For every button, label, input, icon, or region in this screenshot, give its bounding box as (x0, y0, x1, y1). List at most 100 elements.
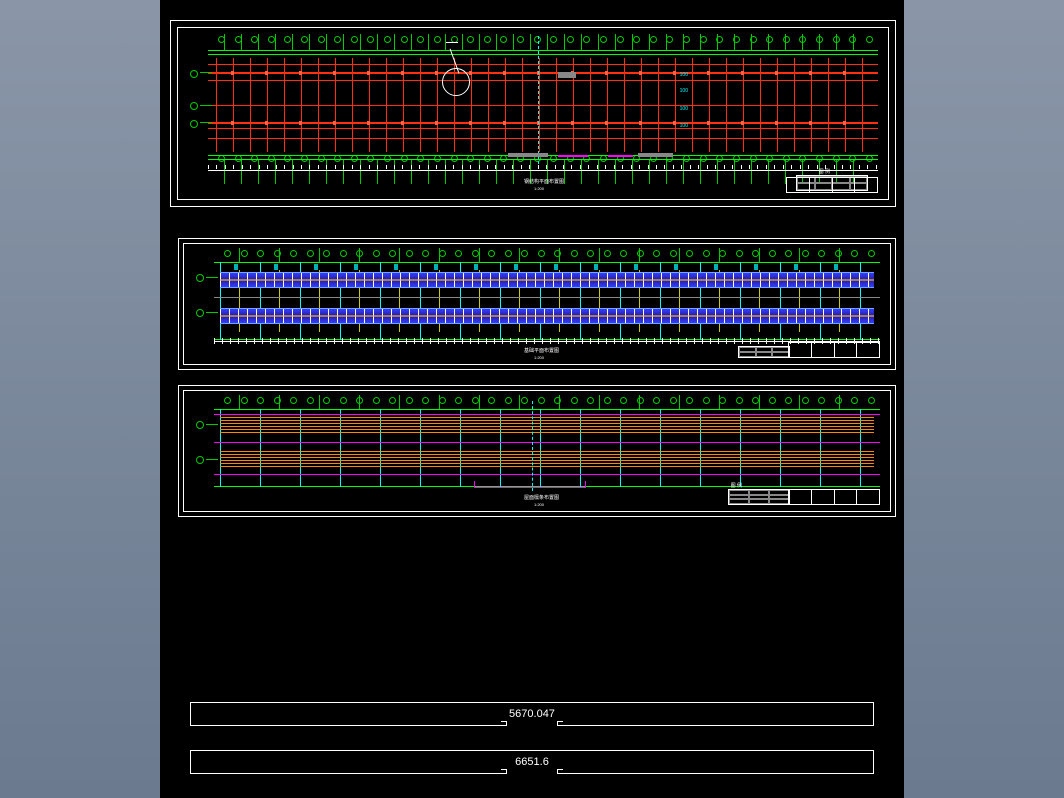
title-block (788, 489, 880, 505)
foundation-strip-bot (220, 308, 874, 324)
dim-tick (521, 165, 522, 169)
dim-tick (741, 165, 742, 169)
centerline (538, 36, 540, 169)
dim-tick (250, 165, 251, 169)
dim-tick (614, 165, 615, 169)
dim-tick (867, 165, 868, 169)
legend-title: 图 例 (731, 482, 742, 489)
overall-dimension-bar-2: 6651.6 (190, 750, 874, 774)
dim-tick (369, 165, 370, 169)
dim-tick (834, 165, 835, 169)
dim-tick (817, 165, 818, 169)
dim-tick (309, 165, 310, 169)
dim-tick (402, 165, 403, 169)
section-step (474, 481, 586, 488)
dim-tick (284, 165, 285, 169)
foundation-detail (220, 279, 874, 281)
dim-tick (538, 165, 539, 169)
legend-table (738, 346, 790, 358)
dim-tick (648, 165, 649, 169)
dim-tick (436, 165, 437, 169)
dim-text: 100 (680, 88, 688, 94)
dim-tick (724, 165, 725, 169)
dimension-value: 5670.047 (509, 708, 555, 720)
dim-tick (850, 165, 851, 169)
dim-tick (757, 165, 758, 169)
dim-tick (208, 165, 209, 169)
dim-tick (546, 165, 547, 169)
dim-tick (479, 165, 480, 169)
dim-tick (631, 165, 632, 169)
plan-title: 屋面檩条布置图 (524, 494, 559, 501)
dim-tick (622, 165, 623, 169)
foundation-detail (220, 315, 874, 317)
annotation-segment (558, 155, 588, 157)
title-block (786, 177, 878, 193)
dim-tick (276, 165, 277, 169)
dim-tick (732, 165, 733, 169)
dim-tick (639, 165, 640, 169)
frame-line (208, 50, 878, 51)
annotation-segment (558, 72, 576, 78)
dim-tick (453, 165, 454, 169)
dim-tick (343, 165, 344, 169)
grid-leaders (220, 248, 874, 262)
dim-tick (605, 165, 606, 169)
purlin-strip-bot (220, 451, 874, 469)
dim-tick (428, 165, 429, 169)
dim-tick (462, 165, 463, 169)
dim-tick (487, 165, 488, 169)
cad-viewport[interactable]: 100 100 100 100 钢结构平面布置图 1:200 图 例 (160, 0, 904, 798)
drawing-sheet-3[interactable]: 屋面檩条布置图 1:200 图 例 (178, 385, 896, 517)
legend-table (728, 489, 790, 505)
dim-tick (318, 165, 319, 169)
dim-tick (698, 165, 699, 169)
sheet-border: 100 100 100 100 钢结构平面布置图 1:200 图 例 (177, 27, 889, 200)
dim-tick (656, 165, 657, 169)
dim-tick (293, 165, 294, 169)
beam-arrows (216, 71, 870, 75)
dim-tick (791, 165, 792, 169)
dim-tick (301, 165, 302, 169)
dim-tick (512, 165, 513, 169)
dim-tick (360, 165, 361, 169)
plan-body (208, 50, 878, 160)
plan-body (214, 262, 880, 340)
dimension-ticks (214, 338, 880, 344)
dim-tick (445, 165, 446, 169)
dim-tick (673, 165, 674, 169)
dim-notch (506, 722, 558, 726)
dim-tick (335, 165, 336, 169)
drawing-sheet-1[interactable]: 100 100 100 100 钢结构平面布置图 1:200 图 例 (170, 20, 896, 207)
drawing-sheet-2[interactable]: 基础平面布置图 1:200 (178, 238, 896, 370)
dim-tick (233, 165, 234, 169)
dim-tick (470, 165, 471, 169)
dim-text: 100 (680, 106, 688, 112)
dim-tick (267, 165, 268, 169)
dim-tick (715, 165, 716, 169)
plan-scale: 1:200 (534, 186, 544, 191)
row-grid-marks (200, 50, 212, 160)
annotation-segment (608, 155, 633, 157)
dimension-ticks (208, 165, 878, 169)
dim-tick (529, 165, 530, 169)
dim-tick (326, 165, 327, 169)
dim-text: 100 (680, 123, 688, 129)
dim-tick (259, 165, 260, 169)
grid-leaders (220, 395, 874, 409)
dim-tick (597, 165, 598, 169)
centerline (532, 401, 534, 491)
dim-tick (783, 165, 784, 169)
dim-tick (352, 165, 353, 169)
dim-tick (859, 165, 860, 169)
dim-tick (766, 165, 767, 169)
plan-scale: 1:200 (534, 355, 544, 360)
dim-tick (580, 165, 581, 169)
dim-tick (571, 165, 572, 169)
frame-line (208, 54, 878, 55)
annotation-segment (508, 153, 548, 157)
overall-dimension-bar-1: 5670.047 (190, 702, 874, 726)
dim-tick (800, 165, 801, 169)
dim-tick (588, 165, 589, 169)
detail-callout-circle[interactable] (442, 68, 470, 96)
